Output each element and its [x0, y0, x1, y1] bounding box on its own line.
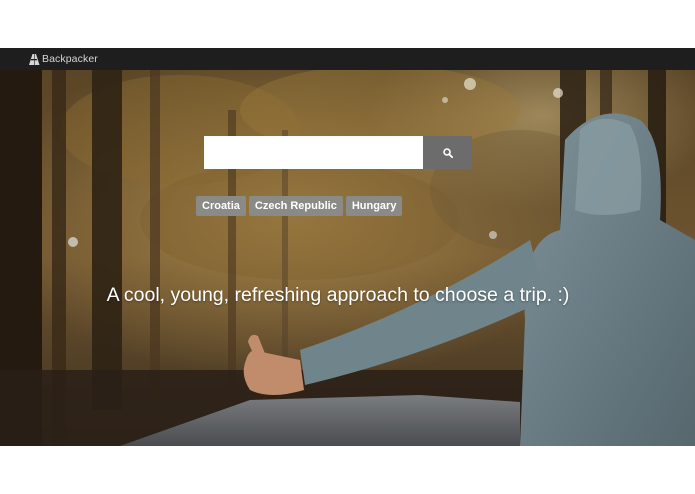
search-icon: [442, 147, 453, 158]
search-bar: [204, 136, 472, 169]
brand-name[interactable]: Backpacker: [42, 53, 98, 65]
search-input[interactable]: [204, 136, 423, 169]
hero-section: Croatia Czech Republic Hungary A cool, y…: [0, 70, 695, 446]
destination-tags: Croatia Czech Republic Hungary: [196, 196, 403, 216]
hero-background-image: [0, 70, 695, 446]
tag-hungary[interactable]: Hungary: [345, 196, 403, 216]
tag-czech-republic[interactable]: Czech Republic: [248, 196, 343, 216]
tag-croatia[interactable]: Croatia: [196, 196, 246, 216]
navbar: Backpacker: [0, 48, 695, 70]
backpack-a-logo-icon[interactable]: [28, 53, 40, 65]
search-button[interactable]: [423, 136, 472, 169]
hero-tagline: A cool, young, refreshing approach to ch…: [106, 284, 570, 306]
